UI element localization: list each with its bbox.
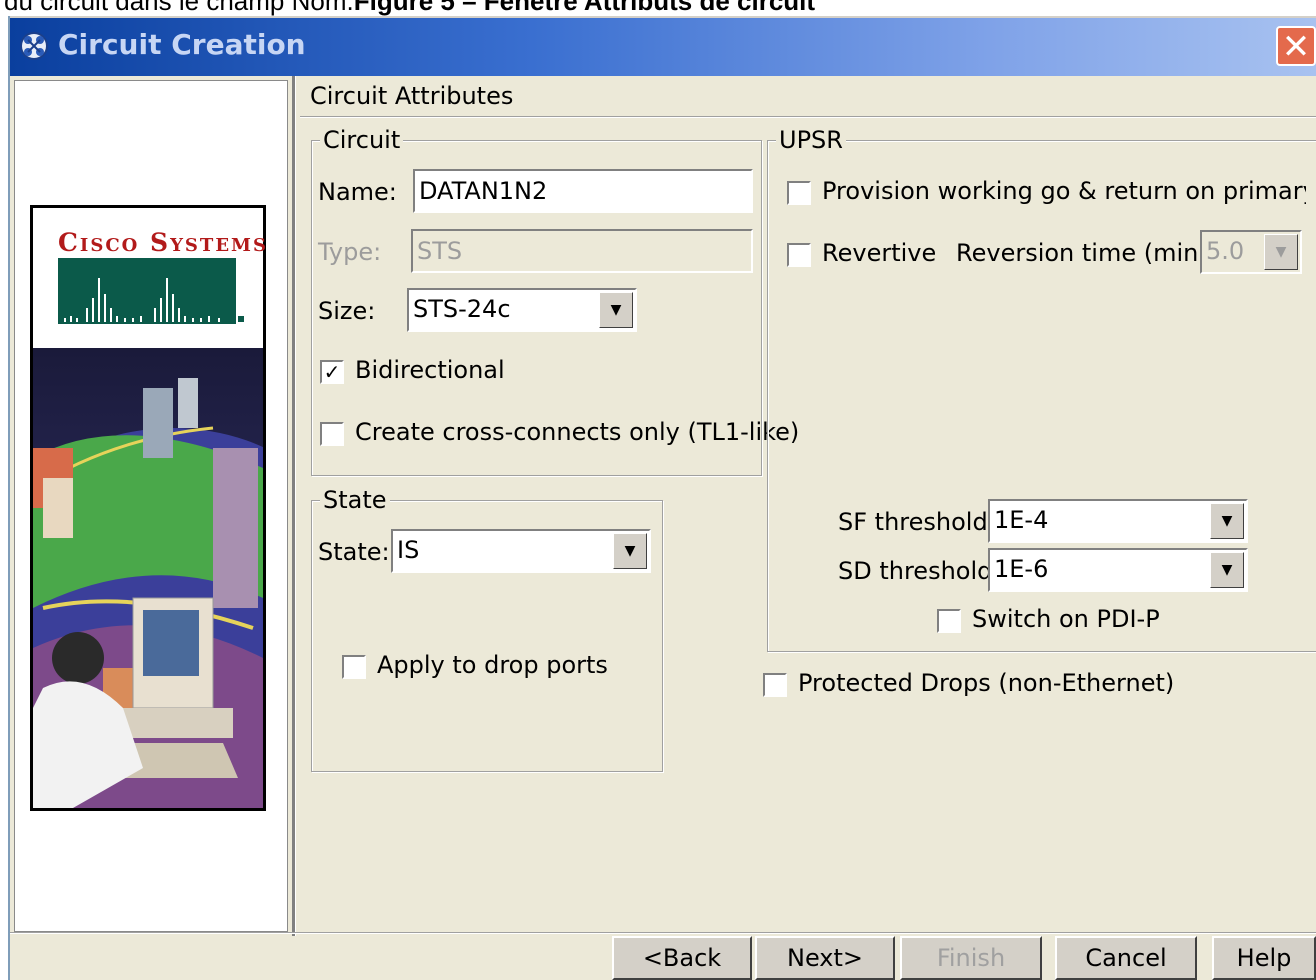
sd-threshold-select[interactable]: 1E-6 ▼ [988, 548, 1248, 592]
cisco-logo-text: Cisco Systems [58, 228, 268, 257]
button-bar-divider [10, 932, 1316, 934]
upsr-group-legend: UPSR [776, 126, 846, 154]
panel-divider [292, 76, 296, 936]
chevron-down-icon[interactable]: ▼ [1210, 552, 1244, 588]
title-divider [300, 116, 1316, 118]
switch-pdi-checkbox[interactable] [937, 609, 961, 633]
help-button[interactable]: Help [1212, 936, 1316, 980]
protected-drops-checkbox[interactable] [763, 673, 787, 697]
next-button[interactable]: Next> [755, 936, 895, 980]
state-select-value: IS [397, 536, 420, 564]
protected-drops-label: Protected Drops (non-Ethernet) [798, 669, 1175, 697]
sf-threshold-select[interactable]: 1E-4 ▼ [988, 499, 1248, 543]
reversion-time-value: 5.0 [1206, 237, 1245, 265]
city-computer-illustration [33, 348, 263, 808]
apply-drop-ports-label: Apply to drop ports [377, 651, 608, 679]
name-input[interactable]: DATAN1N2 [413, 169, 753, 213]
state-label: State: [318, 538, 390, 566]
sf-threshold-value: 1E-4 [994, 506, 1049, 534]
cisco-bridge-logo-icon [58, 258, 244, 324]
crossconnect-label: Create cross-connects only (TL1-like) [355, 418, 800, 446]
bidirectional-label: Bidirectional [355, 356, 505, 384]
cancel-button[interactable]: Cancel [1055, 936, 1197, 980]
caption-prefix: du circuit dans le champ Nom. [4, 0, 354, 16]
size-select[interactable]: STS-24c ▼ [407, 288, 637, 332]
sf-threshold-label: SF threshold: [838, 508, 996, 536]
chevron-down-icon[interactable]: ▼ [1210, 503, 1244, 539]
provision-checkbox[interactable] [787, 181, 811, 205]
size-label: Size: [318, 297, 376, 325]
type-label: Type: [318, 238, 382, 266]
sd-threshold-label: SD threshold: [838, 557, 1001, 585]
reversion-time-select: 5.0 ▼ [1200, 230, 1302, 274]
apply-drop-ports-checkbox[interactable] [342, 655, 366, 679]
switch-pdi-label: Switch on PDI-P [972, 605, 1160, 633]
finish-button: Finish [900, 936, 1042, 980]
state-select[interactable]: IS ▼ [391, 529, 651, 573]
window-title: Circuit Creation [58, 28, 306, 61]
name-label: Name: [318, 178, 397, 206]
revertive-checkbox[interactable] [787, 243, 811, 267]
revertive-label: Revertive [822, 239, 937, 267]
size-select-value: STS-24c [413, 295, 511, 323]
state-group-legend: State [320, 486, 390, 514]
chevron-down-icon[interactable]: ▼ [613, 533, 647, 569]
caption-bold: Figure 5 – Fenêtre Attributs de circuit [353, 0, 816, 16]
chevron-down-icon[interactable]: ▼ [599, 292, 633, 328]
bidirectional-checkbox[interactable]: ✓ [320, 360, 344, 384]
circuit-app-icon [20, 32, 48, 60]
close-button[interactable]: ✕ [1276, 26, 1316, 66]
type-field: STS [411, 229, 753, 273]
sd-threshold-value: 1E-6 [994, 555, 1049, 583]
panel-title: Circuit Attributes [310, 82, 514, 110]
figure-caption: du circuit dans le champ Nom.Figure 5 – … [4, 0, 815, 17]
circuit-group-legend: Circuit [320, 126, 404, 154]
provision-label: Provision working go & return on primary… [822, 177, 1306, 205]
back-button[interactable]: <Back [612, 936, 752, 980]
reversion-time-label: Reversion time (min): [956, 239, 1216, 267]
crossconnect-checkbox[interactable] [320, 422, 344, 446]
chevron-down-icon: ▼ [1264, 234, 1298, 270]
